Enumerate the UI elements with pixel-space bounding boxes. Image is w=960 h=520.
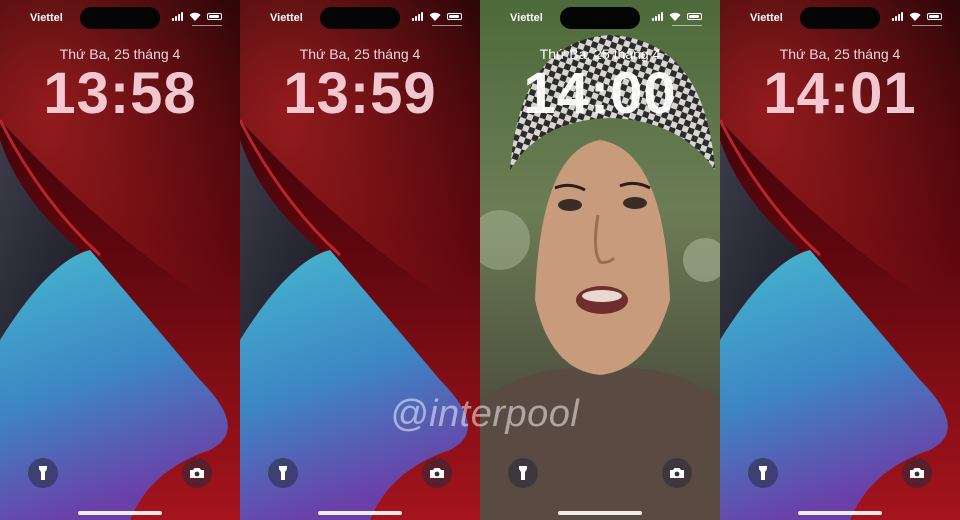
control-center-indicator[interactable] bbox=[432, 25, 462, 26]
wifi-icon bbox=[909, 12, 921, 21]
lockscreen-2: Viettel Thứ Ba, 25 tháng 4 13:59 bbox=[240, 0, 480, 520]
home-indicator[interactable] bbox=[558, 511, 642, 515]
home-indicator[interactable] bbox=[318, 511, 402, 515]
control-center-indicator[interactable] bbox=[192, 25, 222, 26]
camera-button[interactable] bbox=[422, 458, 452, 488]
flashlight-button[interactable] bbox=[508, 458, 538, 488]
signal-icon bbox=[412, 12, 423, 21]
carrier-label: Viettel bbox=[270, 12, 303, 24]
lockscreen-strip: Viettel Thứ Ba, 25 tháng 4 13:58 Viettel… bbox=[0, 0, 960, 520]
lockscreen-3: Viettel Thứ Ba, 25 tháng 4 14:00 bbox=[480, 0, 720, 520]
signal-icon bbox=[172, 12, 183, 21]
flashlight-button[interactable] bbox=[268, 458, 298, 488]
status-bar: Viettel bbox=[720, 0, 960, 36]
carrier-label: Viettel bbox=[30, 12, 63, 24]
carrier-label: Viettel bbox=[510, 12, 543, 24]
status-bar: Viettel bbox=[480, 0, 720, 36]
camera-icon bbox=[670, 468, 684, 478]
camera-icon bbox=[190, 468, 204, 478]
camera-icon bbox=[910, 468, 924, 478]
home-indicator[interactable] bbox=[798, 511, 882, 515]
dynamic-island bbox=[800, 7, 880, 29]
signal-icon bbox=[652, 12, 663, 21]
battery-icon bbox=[447, 13, 462, 20]
wifi-icon bbox=[429, 12, 441, 21]
dynamic-island bbox=[80, 7, 160, 29]
battery-icon bbox=[687, 13, 702, 20]
lockscreen-time: 13:59 bbox=[283, 61, 437, 126]
camera-button[interactable] bbox=[662, 458, 692, 488]
lockscreen-1: Viettel Thứ Ba, 25 tháng 4 13:58 bbox=[0, 0, 240, 520]
lockscreen-time: 14:00 bbox=[523, 61, 677, 126]
flashlight-icon bbox=[519, 466, 527, 480]
wifi-icon bbox=[189, 12, 201, 21]
home-indicator[interactable] bbox=[78, 511, 162, 515]
battery-icon bbox=[927, 13, 942, 20]
control-center-indicator[interactable] bbox=[912, 25, 942, 26]
camera-icon bbox=[430, 468, 444, 478]
carrier-label: Viettel bbox=[750, 12, 783, 24]
camera-button[interactable] bbox=[182, 458, 212, 488]
status-bar: Viettel bbox=[0, 0, 240, 36]
dynamic-island bbox=[560, 7, 640, 29]
flashlight-button[interactable] bbox=[748, 458, 778, 488]
battery-icon bbox=[207, 13, 222, 20]
flashlight-button[interactable] bbox=[28, 458, 58, 488]
flashlight-icon bbox=[39, 466, 47, 480]
lockscreen-time: 13:58 bbox=[43, 61, 197, 126]
status-bar: Viettel bbox=[240, 0, 480, 36]
camera-button[interactable] bbox=[902, 458, 932, 488]
flashlight-icon bbox=[279, 466, 287, 480]
lockscreen-4: Viettel Thứ Ba, 25 tháng 4 14:01 bbox=[720, 0, 960, 520]
control-center-indicator[interactable] bbox=[672, 25, 702, 26]
wifi-icon bbox=[669, 12, 681, 21]
dynamic-island bbox=[320, 7, 400, 29]
flashlight-icon bbox=[759, 466, 767, 480]
signal-icon bbox=[892, 12, 903, 21]
lockscreen-time: 14:01 bbox=[763, 61, 917, 126]
